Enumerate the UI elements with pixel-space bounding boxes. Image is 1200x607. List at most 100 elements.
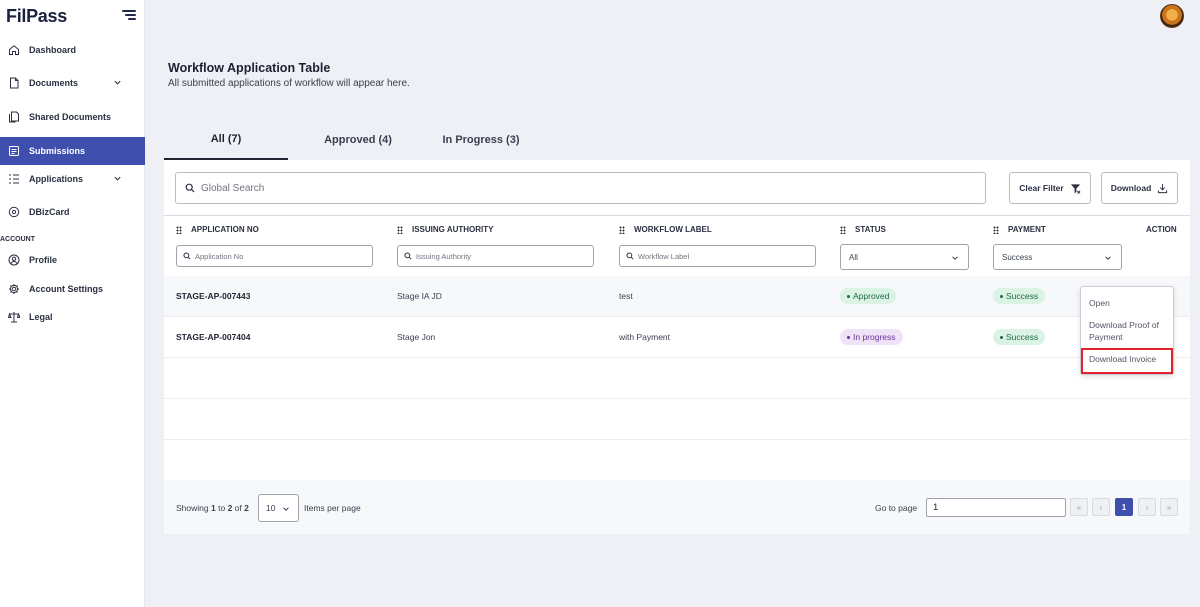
sidebar-item-label: Shared Documents xyxy=(29,112,112,122)
sidebar-item-label: Submissions xyxy=(29,146,86,156)
page-subtitle: All submitted applications of workflow w… xyxy=(168,78,410,89)
column-header-action: ACTION xyxy=(1146,225,1177,234)
sidebar-item-submissions[interactable]: Submissions xyxy=(0,137,145,165)
sidebar-item-label: Applications xyxy=(29,174,84,184)
card-icon xyxy=(8,206,20,218)
menu-item-open[interactable]: Open xyxy=(1089,297,1110,309)
issuing-authority-cell: Stage IA JD xyxy=(397,291,442,301)
chevron-down-icon xyxy=(283,507,289,511)
application-no-cell: STAGE-AP-007404 xyxy=(176,332,251,342)
avatar[interactable] xyxy=(1160,4,1184,28)
global-search-input[interactable]: Global Search xyxy=(175,172,986,204)
drag-handle-icon[interactable] xyxy=(397,225,403,234)
status-filter-select[interactable]: All xyxy=(840,244,969,270)
sidebar-item-applications[interactable]: Applications xyxy=(0,165,145,193)
status-text: Approved xyxy=(853,291,890,301)
drag-handle-icon[interactable] xyxy=(176,225,182,234)
gear-icon xyxy=(9,284,19,294)
workflow-label-cell: test xyxy=(619,291,633,301)
application-no-cell: STAGE-AP-007443 xyxy=(176,291,251,301)
column-label: ISSUING AUTHORITY xyxy=(412,225,494,234)
clear-filter-label: Clear Filter xyxy=(1019,183,1064,193)
drag-handle-icon[interactable] xyxy=(619,225,625,234)
sidebar-item-dashboard[interactable]: Dashboard xyxy=(0,36,145,64)
table-row[interactable]: STAGE-AP-007404 Stage Jon with Payment I… xyxy=(164,317,1190,358)
empty-row xyxy=(164,440,1190,481)
drag-handle-icon[interactable] xyxy=(840,225,846,234)
page-title: Workflow Application Table xyxy=(168,61,331,75)
search-placeholder: Global Search xyxy=(201,182,265,194)
workflow-label-filter[interactable]: Workflow Label xyxy=(619,245,816,267)
sidebar-item-profile[interactable]: Profile xyxy=(0,246,145,274)
column-label: WORKFLOW LABEL xyxy=(634,225,712,234)
sidebar-item-documents[interactable]: Documents xyxy=(0,69,145,97)
download-label: Download xyxy=(1110,183,1152,193)
column-header-workflow-label[interactable]: WORKFLOW LABEL xyxy=(619,225,712,234)
items-per-page-select[interactable]: 10 xyxy=(258,494,299,522)
menu-item-download-proof-of-payment[interactable]: Download Proof of Payment xyxy=(1089,319,1159,343)
chevron-down-icon xyxy=(952,256,958,260)
chevron-down-icon xyxy=(114,176,121,181)
applications-icon xyxy=(9,174,19,184)
filter-placeholder: Issuing Authority xyxy=(416,251,472,261)
table-card: Global Search Clear Filter Download APPL… xyxy=(164,160,1190,534)
go-to-page-input[interactable]: 1 xyxy=(926,498,1066,517)
issuing-authority-filter[interactable]: Issuing Authority xyxy=(397,245,594,267)
payment-text: Success xyxy=(1006,332,1039,342)
column-header-payment[interactable]: PAYMENT xyxy=(993,225,1046,234)
drag-handle-icon[interactable] xyxy=(993,225,999,234)
scale-icon xyxy=(8,312,20,323)
sidebar: FilPass Dashboard Documents Shared Docum… xyxy=(0,0,145,607)
items-per-page-value: 10 xyxy=(266,503,276,513)
chevron-down-icon xyxy=(1105,256,1111,260)
menu-item-label: Download Proof of xyxy=(1089,320,1159,330)
first-page-button[interactable]: « xyxy=(1070,498,1088,516)
column-header-status[interactable]: STATUS xyxy=(840,225,886,234)
search-icon xyxy=(404,252,412,260)
profile-icon xyxy=(8,254,20,266)
payment-filter-select[interactable]: Success xyxy=(993,244,1122,270)
prev-page-button[interactable]: ‹ xyxy=(1092,498,1110,516)
clear-filter-button[interactable]: Clear Filter xyxy=(1009,172,1091,204)
tab-approved[interactable]: Approved (4) xyxy=(296,120,420,160)
filter-placeholder: Application No xyxy=(195,251,244,261)
menu-item-download-invoice[interactable]: Download Invoice xyxy=(1089,353,1156,365)
tab-in-progress[interactable]: In Progress (3) xyxy=(419,120,543,160)
sidebar-item-dbizcard[interactable]: DBizCard xyxy=(0,198,145,226)
download-button[interactable]: Download xyxy=(1101,172,1178,204)
column-header-issuing-authority[interactable]: ISSUING AUTHORITY xyxy=(397,225,493,234)
application-no-filter[interactable]: Application No xyxy=(176,245,373,267)
items-per-page-label: Items per page xyxy=(304,503,361,513)
menu-toggle-icon[interactable] xyxy=(122,10,136,20)
tab-bar: All (7) Approved (4) In Progress (3) xyxy=(164,120,1190,160)
sidebar-item-label: Dashboard xyxy=(29,45,77,55)
sidebar-item-account-settings[interactable]: Account Settings xyxy=(0,275,145,303)
last-page-button[interactable]: » xyxy=(1160,498,1178,516)
sidebar-item-label: DBizCard xyxy=(29,207,70,217)
app-logo[interactable]: FilPass xyxy=(6,6,67,27)
sidebar-item-shared-documents[interactable]: Shared Documents xyxy=(0,103,145,131)
column-header-application-no[interactable]: APPLICATION NO xyxy=(176,225,259,234)
download-icon xyxy=(1158,183,1168,193)
table-row[interactable]: STAGE-AP-007443 Stage IA JD test Approve… xyxy=(164,276,1190,317)
submissions-icon xyxy=(9,146,19,156)
status-badge: In progress xyxy=(840,329,903,345)
sidebar-item-label: Account Settings xyxy=(29,284,104,294)
home-icon xyxy=(9,45,19,55)
next-page-button[interactable]: › xyxy=(1138,498,1156,516)
tab-all[interactable]: All (7) xyxy=(164,120,288,160)
sidebar-item-legal[interactable]: Legal xyxy=(0,303,145,331)
document-icon xyxy=(10,77,19,89)
column-label: STATUS xyxy=(855,225,886,234)
status-filter-value: All xyxy=(849,252,858,262)
search-icon xyxy=(626,252,634,260)
filter-placeholder: Workflow Label xyxy=(638,251,690,261)
status-badge: Approved xyxy=(840,288,897,304)
status-text: In progress xyxy=(853,332,896,342)
page-button[interactable]: 1 xyxy=(1115,498,1133,516)
account-section-label: ACCOUNT xyxy=(0,236,35,243)
column-label: APPLICATION NO xyxy=(191,225,259,234)
go-to-page-label: Go to page xyxy=(875,503,918,513)
pagination-bar: Showing 1 to 2 of 2 10 Items per page Go… xyxy=(164,480,1190,534)
issuing-authority-cell: Stage Jon xyxy=(397,332,436,342)
